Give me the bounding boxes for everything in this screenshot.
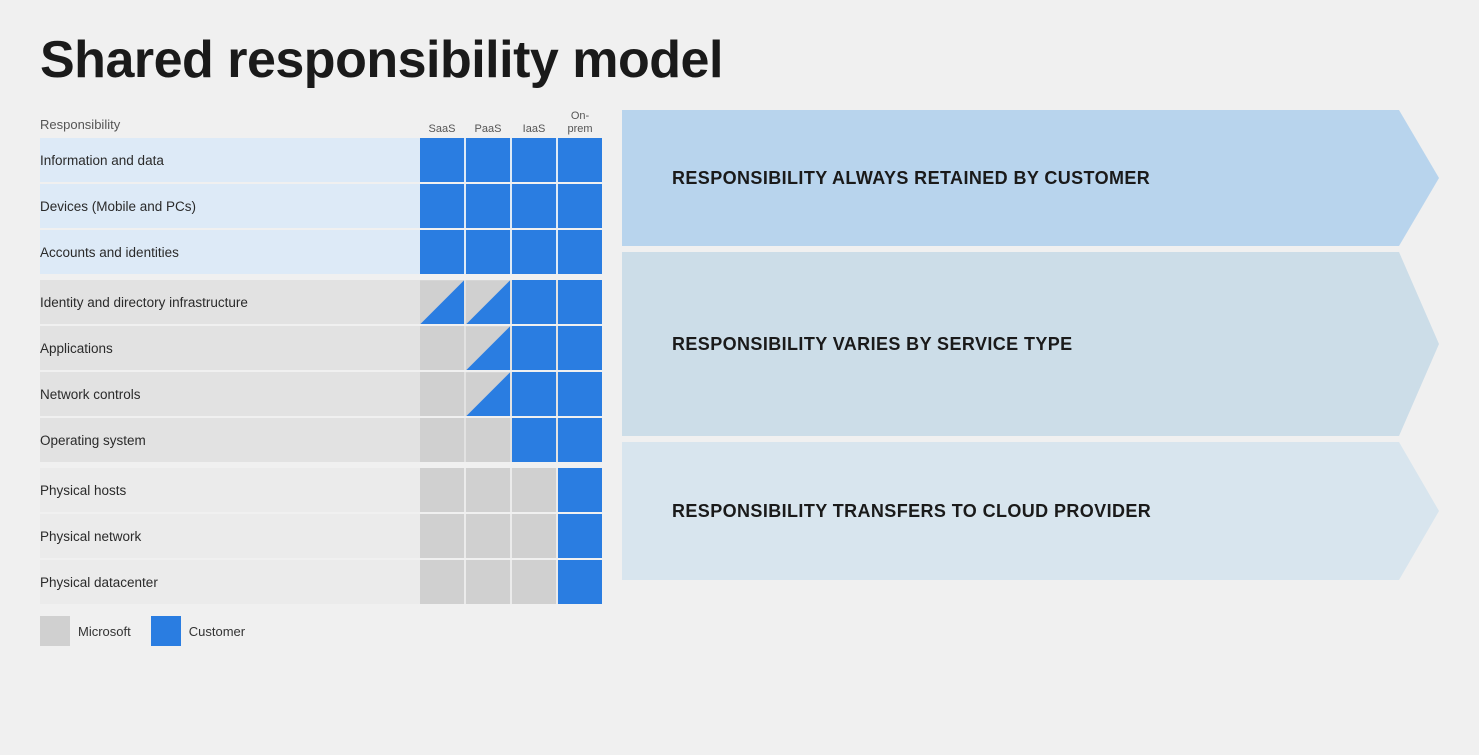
cell-5-3 <box>558 372 602 416</box>
col-header-iaas: IaaS <box>512 123 556 136</box>
table-rows: Information and data Devices (Mobile and … <box>40 138 602 604</box>
page-title: Shared responsibility model <box>40 30 1439 90</box>
cell-5-0 <box>420 372 464 416</box>
banner-1: RESPONSIBILITY ALWAYS RETAINED BY CUSTOM… <box>622 110 1439 246</box>
cell-6-3 <box>558 418 602 462</box>
cell-0-2 <box>512 138 556 182</box>
cell-3-0 <box>420 280 464 324</box>
row-cells-7 <box>420 468 602 512</box>
row-cells-2 <box>420 230 602 274</box>
row-label-0: Information and data <box>40 153 420 168</box>
table-row: Accounts and identities <box>40 230 602 274</box>
content-area: Responsibility SaaS PaaS IaaS On-prem In… <box>40 110 1439 646</box>
cell-7-1 <box>466 468 510 512</box>
cell-3-1 <box>466 280 510 324</box>
banner-text-3: RESPONSIBILITY TRANSFERS TO CLOUD PROVID… <box>622 501 1211 522</box>
table-row: Identity and directory infrastructure <box>40 280 602 324</box>
cell-1-2 <box>512 184 556 228</box>
cell-6-1 <box>466 418 510 462</box>
legend-microsoft: Microsoft <box>40 616 131 646</box>
banners-container: RESPONSIBILITY ALWAYS RETAINED BY CUSTOM… <box>602 110 1439 646</box>
banner-text-1: RESPONSIBILITY ALWAYS RETAINED BY CUSTOM… <box>622 168 1210 189</box>
row-cells-8 <box>420 514 602 558</box>
cell-2-1 <box>466 230 510 274</box>
cell-0-3 <box>558 138 602 182</box>
cell-5-2 <box>512 372 556 416</box>
responsibility-header-label: Responsibility <box>40 110 420 136</box>
cell-9-1 <box>466 560 510 604</box>
banner-2: RESPONSIBILITY VARIES BY SERVICE TYPE <box>622 252 1439 436</box>
cell-8-0 <box>420 514 464 558</box>
cell-1-0 <box>420 184 464 228</box>
banner-text-2: RESPONSIBILITY VARIES BY SERVICE TYPE <box>622 334 1133 355</box>
row-label-9: Physical datacenter <box>40 575 420 590</box>
cell-8-2 <box>512 514 556 558</box>
cell-2-3 <box>558 230 602 274</box>
col-header-onprem: On-prem <box>558 110 602 136</box>
col-headers: SaaS PaaS IaaS On-prem <box>420 110 602 136</box>
cell-6-2 <box>512 418 556 462</box>
row-label-2: Accounts and identities <box>40 245 420 260</box>
row-cells-0 <box>420 138 602 182</box>
table-row: Operating system <box>40 418 602 462</box>
cell-7-2 <box>512 468 556 512</box>
cell-5-1 <box>466 372 510 416</box>
table-row: Physical network <box>40 514 602 558</box>
cell-9-0 <box>420 560 464 604</box>
cell-0-1 <box>466 138 510 182</box>
cell-2-2 <box>512 230 556 274</box>
cell-0-0 <box>420 138 464 182</box>
table-row: Network controls <box>40 372 602 416</box>
table-row: Applications <box>40 326 602 370</box>
cell-1-1 <box>466 184 510 228</box>
table-row: Physical hosts <box>40 468 602 512</box>
cell-4-2 <box>512 326 556 370</box>
banner-3: RESPONSIBILITY TRANSFERS TO CLOUD PROVID… <box>622 442 1439 580</box>
cell-8-1 <box>466 514 510 558</box>
legend-customer-box <box>151 616 181 646</box>
legend-microsoft-label: Microsoft <box>78 624 131 639</box>
row-label-8: Physical network <box>40 529 420 544</box>
cell-2-0 <box>420 230 464 274</box>
cell-9-3 <box>558 560 602 604</box>
row-cells-6 <box>420 418 602 462</box>
table-header: Responsibility SaaS PaaS IaaS On-prem <box>40 110 602 136</box>
table-row: Information and data <box>40 138 602 182</box>
cell-3-2 <box>512 280 556 324</box>
row-label-3: Identity and directory infrastructure <box>40 295 420 310</box>
col-header-paas: PaaS <box>466 123 510 136</box>
cell-4-3 <box>558 326 602 370</box>
row-cells-1 <box>420 184 602 228</box>
slide: Shared responsibility model Responsibili… <box>0 0 1479 755</box>
table-row: Devices (Mobile and PCs) <box>40 184 602 228</box>
cell-7-3 <box>558 468 602 512</box>
legend-customer: Customer <box>151 616 245 646</box>
row-cells-9 <box>420 560 602 604</box>
cell-4-0 <box>420 326 464 370</box>
row-label-1: Devices (Mobile and PCs) <box>40 199 420 214</box>
table-row: Physical datacenter <box>40 560 602 604</box>
legend-customer-label: Customer <box>189 624 245 639</box>
row-label-7: Physical hosts <box>40 483 420 498</box>
table-container: Responsibility SaaS PaaS IaaS On-prem In… <box>40 110 602 646</box>
cell-6-0 <box>420 418 464 462</box>
row-label-6: Operating system <box>40 433 420 448</box>
cell-9-2 <box>512 560 556 604</box>
row-label-4: Applications <box>40 341 420 356</box>
legend: Microsoft Customer <box>40 616 602 646</box>
cell-3-3 <box>558 280 602 324</box>
row-cells-5 <box>420 372 602 416</box>
cell-7-0 <box>420 468 464 512</box>
row-label-5: Network controls <box>40 387 420 402</box>
legend-microsoft-box <box>40 616 70 646</box>
col-header-saas: SaaS <box>420 123 464 136</box>
cell-4-1 <box>466 326 510 370</box>
row-cells-4 <box>420 326 602 370</box>
row-cells-3 <box>420 280 602 324</box>
cell-8-3 <box>558 514 602 558</box>
cell-1-3 <box>558 184 602 228</box>
